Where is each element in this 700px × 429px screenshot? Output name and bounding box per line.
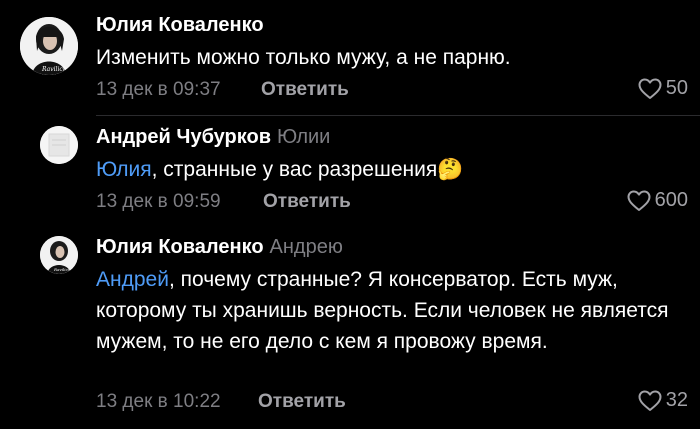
like-count: 600	[654, 189, 688, 211]
comment-time: 13 дек в 09:37	[96, 79, 221, 100]
avatar-photo: Ravilich	[20, 17, 78, 75]
avatar-photo: Ravilich	[40, 236, 78, 274]
heart-outline-icon	[638, 390, 662, 411]
comment-text: Изменить можно только мужу, а не парню.	[96, 42, 686, 73]
comment-header: Андрей Чубурков Юлии	[96, 126, 330, 149]
mention-link[interactable]: Андрей	[96, 268, 169, 291]
like-button[interactable]: 600	[627, 189, 688, 212]
comment-3: Ravilich Юлия Коваленко Андрею Андрей, по…	[0, 226, 700, 429]
comment-header: Юлия Коваленко Андрею	[96, 236, 343, 259]
reply-to-name[interactable]: Юлии	[277, 126, 330, 148]
reply-button[interactable]: Ответить	[261, 79, 349, 101]
like-button[interactable]: 32	[638, 389, 688, 412]
comment-time: 13 дек в 10:22	[96, 391, 221, 412]
avatar-signature: Ravilich	[41, 66, 67, 73]
comment-header: Юлия Коваленко	[96, 14, 264, 37]
like-button[interactable]: 50	[638, 77, 688, 100]
author-name[interactable]: Андрей Чубурков	[96, 126, 271, 148]
like-count: 50	[665, 77, 688, 99]
comment-text: Юлия, странные у вас разрешения🤔	[96, 154, 686, 185]
comment-body: , странные у вас разрешения	[151, 158, 438, 181]
thinking-face-icon: 🤔	[437, 158, 464, 181]
mention-link[interactable]: Юлия	[96, 158, 152, 181]
comment-text: Андрей, почему странные? Я консерватор. …	[96, 264, 686, 357]
comment-body: , почему странные? Я консерватор. Есть м…	[96, 268, 669, 353]
reply-button[interactable]: Ответить	[263, 191, 351, 213]
heart-outline-icon	[627, 190, 651, 211]
avatar-photo	[40, 126, 78, 164]
avatar[interactable]: Ravilich	[40, 236, 78, 274]
avatar[interactable]: Ravilich	[20, 17, 78, 75]
comment-2: Андрей Чубурков Юлии Юлия, странные у вас…	[0, 116, 700, 226]
author-name[interactable]: Юлия Коваленко	[96, 14, 264, 36]
reply-to-name[interactable]: Андрею	[270, 236, 343, 258]
like-count: 32	[665, 389, 688, 411]
comment-time: 13 дек в 09:59	[96, 191, 221, 212]
author-name[interactable]: Юлия Коваленко	[96, 236, 264, 258]
reply-button[interactable]: Ответить	[258, 391, 346, 413]
comment-body: Изменить можно только мужу, а не парню.	[96, 46, 511, 69]
avatar[interactable]	[40, 126, 78, 164]
comment-1: Ravilich Юлия Коваленко Изменить можно т…	[0, 0, 700, 115]
avatar-signature: Ravilich	[53, 267, 71, 272]
heart-outline-icon	[638, 78, 662, 99]
